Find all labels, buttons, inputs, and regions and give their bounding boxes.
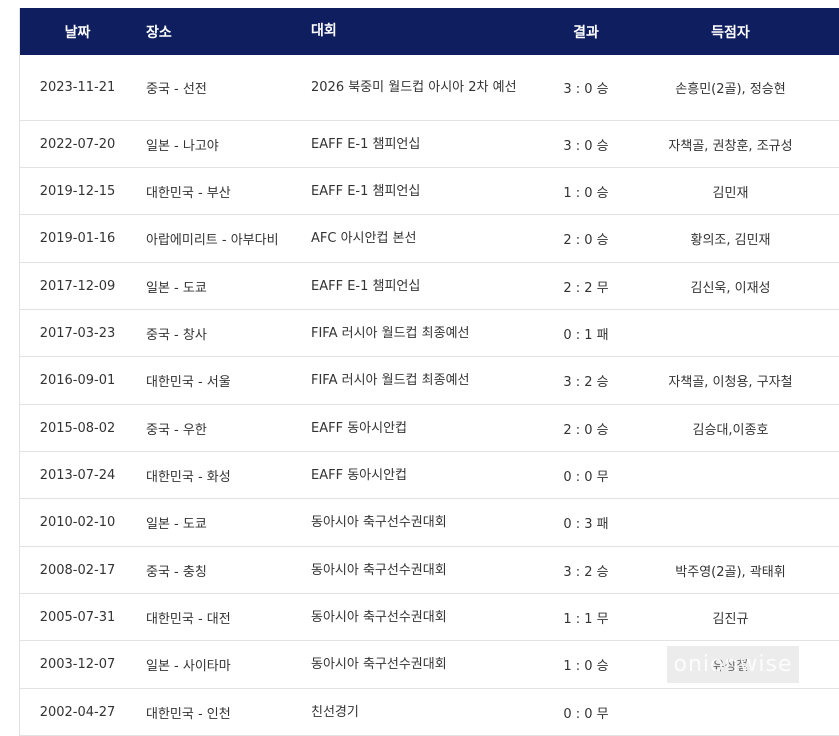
competition-cell: EAFF E-1 챔피언십 <box>311 278 421 294</box>
result-cell: 2 : 0 승 <box>563 233 609 248</box>
header-scorers: 득점자 <box>711 24 750 41</box>
date-cell: 2022-07-20 <box>39 136 116 152</box>
scorers-cell: 김민재 <box>712 185 749 201</box>
scorers-cell: 김신욱, 이재성 <box>690 280 771 296</box>
date-cell: 2010-02-10 <box>39 515 116 530</box>
header-date: 날짜 <box>64 24 91 41</box>
date-cell: 2003-12-07 <box>39 657 116 672</box>
result-cell: 2 : 2 무 <box>563 280 609 296</box>
scorers-cell: 황의조, 김민재 <box>690 233 771 248</box>
competition-cell: EAFF 동아시안컵 <box>311 420 407 436</box>
table-row: 2023-11-21 중국 - 선전 2026 북중미 월드컵 아시아 2차 예선 3… <box>20 55 839 121</box>
table-row: 2022-07-20 일본 - 나고야 EAFF E-1 챔피언십 3 : 0 승 자책… <box>20 121 839 168</box>
result-cell: 1 : 1 무 <box>563 611 609 627</box>
date-cell: 2016-09-01 <box>39 373 116 388</box>
header-place: 장소 <box>146 24 172 41</box>
table-row: 2017-12-09 일본 - 도쿄 EAFF E-1 챔피언십 2 : 2 무 김신욱… <box>20 263 839 310</box>
table-row: 2010-02-10 일본 - 도쿄 동아시아 축구선수권대회 0 : 3 패 <box>20 499 839 547</box>
place-cell: 아랍에미리트 - 아부다비 <box>146 233 279 248</box>
result-cell: 0 : 1 패 <box>563 327 609 343</box>
scorers-cell: 김진규 <box>712 611 749 627</box>
table-row: 2013-07-24 대한민국 - 화성 EAFF 동아시안컵 0 : 0 무 <box>20 452 839 499</box>
table-header: 날짜 장소 대회 결과 득점자 <box>20 8 839 55</box>
result-cell: 3 : 0 승 <box>563 82 609 97</box>
place-cell: 일본 - 사이타마 <box>146 659 231 674</box>
date-cell: 2017-12-09 <box>39 278 116 294</box>
date-cell: 2008-02-17 <box>39 562 116 578</box>
scorers-cell: 손흥민(2골), 정승현 <box>675 82 786 97</box>
competition-cell: 동아시아 축구선수권대회 <box>311 562 447 578</box>
date-cell: 2013-07-24 <box>39 467 116 483</box>
place-cell: 대한민국 - 화성 <box>146 469 231 485</box>
table-row: 2005-07-31 대한민국 - 대전 동아시아 축구선수권대회 1 : 1 무 김진… <box>20 594 839 641</box>
result-cell: 2 : 0 승 <box>563 422 609 438</box>
competition-cell: AFC 아시안컵 본선 <box>311 231 417 246</box>
match-history-table: 날짜 장소 대회 결과 득점자 2023-11-21 중국 - 선전 2026 북중… <box>19 8 839 736</box>
competition-cell: 동아시아 축구선수권대회 <box>311 609 447 625</box>
competition-cell: FIFA 러시아 월드컵 최종예선 <box>311 325 470 341</box>
place-cell: 중국 - 창사 <box>146 327 207 343</box>
header-competition: 대회 <box>311 23 337 39</box>
result-cell: 1 : 0 승 <box>563 185 609 201</box>
competition-cell: FIFA 러시아 월드컵 최종예선 <box>311 373 470 388</box>
place-cell: 대한민국 - 서울 <box>146 375 231 390</box>
date-cell: 2019-12-15 <box>39 183 116 199</box>
table-row: 2017-03-23 중국 - 창사 FIFA 러시아 월드컵 최종예선 0 : 1 … <box>20 310 839 357</box>
table-row: 2002-04-27 대한민국 - 인천 친선경기 0 : 0 무 <box>20 689 839 736</box>
place-cell: 일본 - 나고야 <box>146 138 219 154</box>
result-cell: 0 : 0 무 <box>563 706 609 722</box>
place-cell: 대한민국 - 인천 <box>146 706 231 722</box>
place-cell: 일본 - 도쿄 <box>146 280 207 296</box>
competition-cell: 2026 북중미 월드컵 아시아 2차 예선 <box>311 80 517 95</box>
date-cell: 2002-04-27 <box>39 704 116 720</box>
table-row: 2008-02-17 중국 - 충칭 동아시아 축구선수권대회 3 : 2 승 박주영(… <box>20 547 839 594</box>
competition-cell: 친선경기 <box>311 704 359 720</box>
result-cell: 0 : 3 패 <box>563 517 609 532</box>
date-cell: 2005-07-31 <box>39 609 116 625</box>
result-cell: 3 : 2 승 <box>563 564 609 580</box>
date-cell: 2017-03-23 <box>39 325 116 341</box>
scorers-cell: 김승대,이종호 <box>692 422 769 438</box>
scorers-cell: 자책골, 권창훈, 조규성 <box>668 138 793 154</box>
result-cell: 1 : 0 승 <box>563 659 609 674</box>
place-cell: 중국 - 충칭 <box>146 564 207 580</box>
competition-cell: EAFF E-1 챔피언십 <box>311 183 421 199</box>
place-cell: 일본 - 도쿄 <box>146 517 207 532</box>
result-cell: 0 : 0 무 <box>563 469 609 485</box>
scorers-cell: 자책골, 이청용, 구자철 <box>668 375 793 390</box>
scorers-cell: 박주영(2골), 곽태휘 <box>675 564 786 580</box>
place-cell: 중국 - 선전 <box>146 82 207 97</box>
place-cell: 대한민국 - 대전 <box>146 611 231 627</box>
header-result: 결과 <box>573 24 599 41</box>
watermark-logo: onionwise <box>667 646 799 683</box>
competition-cell: EAFF 동아시안컵 <box>311 467 407 483</box>
table-body: 2023-11-21 중국 - 선전 2026 북중미 월드컵 아시아 2차 예선 3… <box>20 55 839 736</box>
table-row: 2015-08-02 중국 - 우한 EAFF 동아시안컵 2 : 0 승 김승대,이종… <box>20 405 839 452</box>
place-cell: 중국 - 우한 <box>146 422 207 438</box>
competition-cell: 동아시아 축구선수권대회 <box>311 657 447 672</box>
table-row: 2016-09-01 대한민국 - 서울 FIFA 러시아 월드컵 최종예선 3 : … <box>20 357 839 405</box>
date-cell: 2023-11-21 <box>39 80 116 95</box>
date-cell: 2015-08-02 <box>39 420 116 436</box>
competition-cell: EAFF E-1 챔피언십 <box>311 136 421 152</box>
result-cell: 3 : 0 승 <box>563 138 609 154</box>
competition-cell: 동아시아 축구선수권대회 <box>311 515 447 530</box>
table-row: 2019-01-16 아랍에미리트 - 아부다비 AFC 아시안컵 본선 2 : 0 … <box>20 215 839 263</box>
date-cell: 2019-01-16 <box>39 231 116 246</box>
result-cell: 3 : 2 승 <box>563 375 609 390</box>
table-row: 2019-12-15 대한민국 - 부산 EAFF E-1 챔피언십 1 : 0 승 김… <box>20 168 839 215</box>
place-cell: 대한민국 - 부산 <box>146 185 231 201</box>
